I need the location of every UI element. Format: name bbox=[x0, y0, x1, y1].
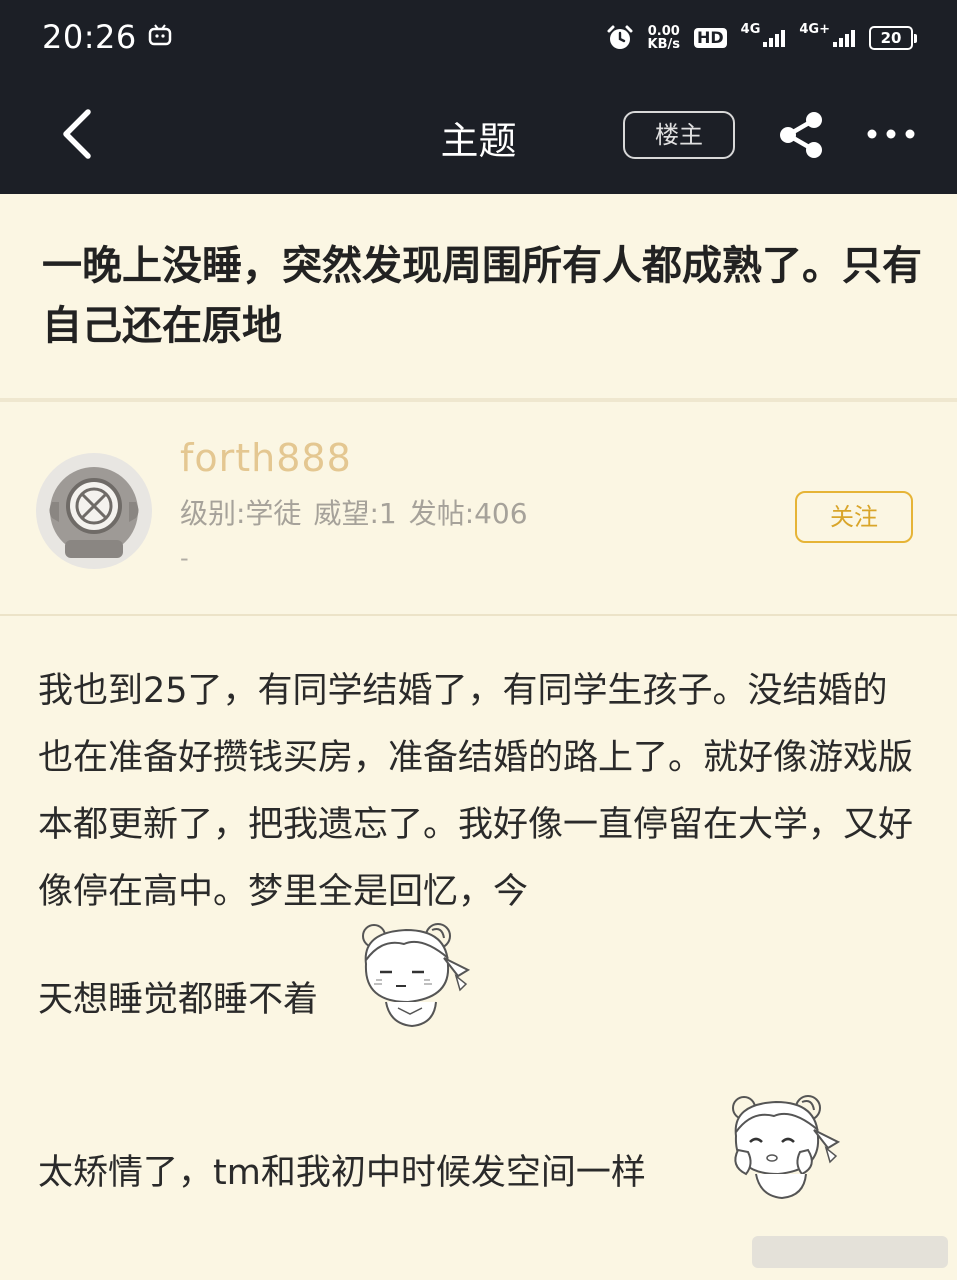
watermark bbox=[752, 1236, 948, 1268]
signal-sim1: 4G bbox=[741, 22, 786, 47]
alarm-icon bbox=[607, 25, 633, 49]
bilibili-tv-icon bbox=[148, 24, 172, 46]
shy-girl-sticker bbox=[732, 1095, 841, 1200]
post-paragraph-end: 天想睡觉都睡不着 bbox=[38, 980, 319, 1020]
share-icon[interactable] bbox=[774, 108, 828, 162]
signal-bars-icon bbox=[763, 29, 786, 47]
signal-sim2: 4G+ bbox=[799, 22, 855, 47]
author-signature: - bbox=[180, 544, 189, 572]
status-icons: 0.00 KB/s HD 4G 4G+ 20 bbox=[606, 20, 917, 56]
top-bar: 20:26 0.00 KB/s HD 4G 4G+ 20 主题 楼主 bbox=[0, 0, 957, 194]
post-paragraph: 太矫情了，tm和我初中时候发空间一样 bbox=[38, 1153, 646, 1193]
status-time: 20:26 bbox=[42, 18, 137, 56]
signal-bars-icon bbox=[833, 29, 855, 47]
post-paragraph: 我也到25了，有同学结婚了，有同学生孩子。没结婚的也在准备好攒钱买房，准备结婚的… bbox=[38, 671, 914, 912]
net-speed: 0.00 KB/s bbox=[648, 25, 680, 51]
author-post-count: 发帖:406 bbox=[408, 497, 528, 530]
battery-icon: 20 bbox=[869, 26, 917, 50]
follow-button[interactable]: 关注 bbox=[795, 491, 913, 543]
divider bbox=[0, 614, 957, 616]
author-name[interactable]: forth888 bbox=[180, 436, 352, 480]
thread-title: 一晚上没睡，突然发现周围所有人都成熟了。只有自己还在原地 bbox=[42, 243, 922, 349]
sleepy-girl-sticker bbox=[362, 923, 471, 1028]
post-body: 我也到25了，有同学结婚了，有同学生孩子。没结婚的也在准备好攒钱买房，准备结婚的… bbox=[38, 658, 918, 926]
divider bbox=[0, 398, 957, 402]
net-speed-unit: KB/s bbox=[647, 37, 680, 52]
author-level: 级别:学徒 bbox=[180, 497, 302, 530]
author-prestige: 威望:1 bbox=[313, 497, 397, 530]
battery-level: 20 bbox=[869, 26, 913, 50]
more-horizontal-icon[interactable] bbox=[864, 112, 918, 156]
hd-badge: HD bbox=[694, 28, 727, 48]
avatar[interactable] bbox=[35, 452, 153, 570]
sim1-label: 4G bbox=[740, 22, 761, 37]
author-meta: 级别:学徒 威望:1 发帖:406 bbox=[180, 492, 540, 532]
owner-only-button[interactable]: 楼主 bbox=[623, 111, 735, 159]
sim2-label: 4G+ bbox=[799, 22, 830, 37]
